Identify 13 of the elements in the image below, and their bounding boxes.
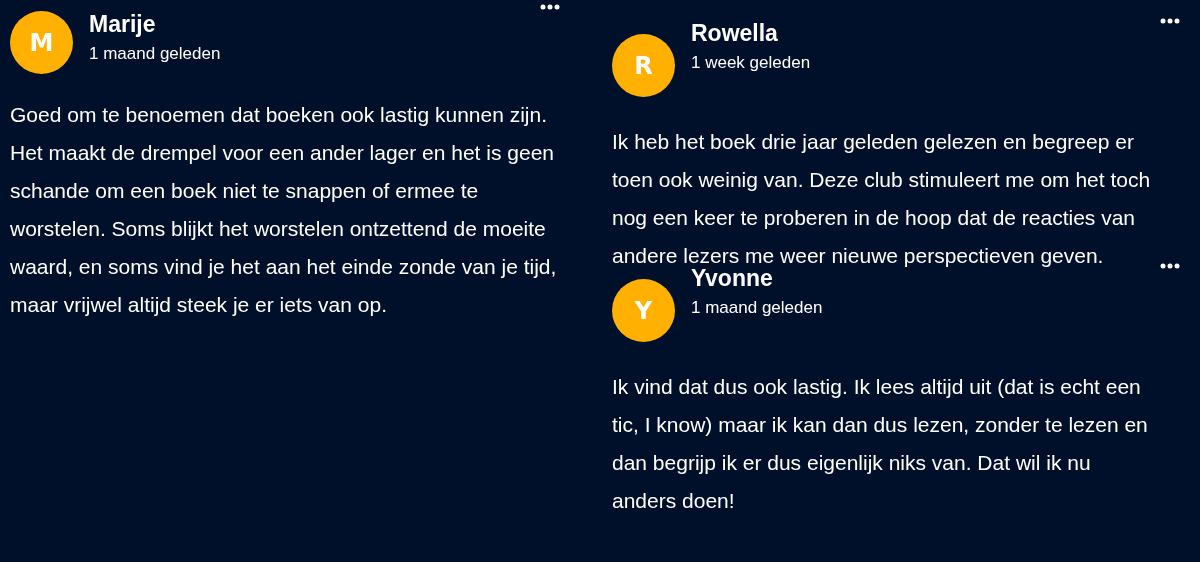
more-options-icon[interactable] [1160,263,1180,269]
avatar: Y [612,279,675,342]
avatar: M [10,11,73,74]
comment-text: Ik vind dat dus ook lastig. Ik lees altijd uit (dat is echt een tic, I know) maar ik kan dan dus lezen, zonder te lezen en dan begrijp ik er dus eigenlijk niks van. Dat wil ik nu anders doen! [612,374,1149,514]
comment-time: 1 maand geleden [89,44,221,64]
comment-text: Goed om te benoemen dat boeken ook lastig kunnen zijn. Het maakt de drempel voor een ander lager en het is geen schande om een boek niet te snappen of ermee te worstelen. Soms blijkt het worstelen ontzettend de moeite waard, en soms vind je het aan het einde zonde van je tijd, maar vrijwel altijd steek je er iets van op. [10,102,558,318]
author-name: Marije [89,11,157,38]
author-name: Rowella [691,20,779,47]
comment-time: 1 maand geleden [691,298,823,318]
more-options-icon[interactable] [540,4,560,10]
more-options-icon[interactable] [1160,18,1180,24]
avatar: R [612,34,675,97]
comment-time: 1 week geleden [691,53,811,73]
